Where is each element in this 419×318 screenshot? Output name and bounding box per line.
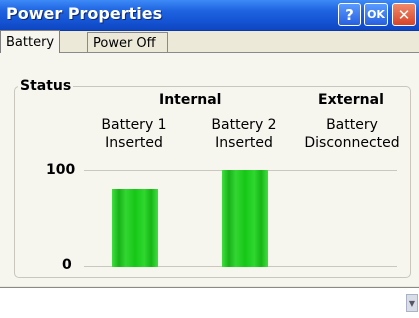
window-title: Power Properties [6,4,163,23]
battery1-info: Battery 1 Inserted [74,116,194,152]
battery2-status: Inserted [215,135,273,151]
help-button[interactable]: ? [338,3,361,26]
title-bar: Power Properties ? OK ✕ [0,0,419,31]
external-battery-status: Disconnected [304,135,400,151]
status-combo[interactable] [0,287,419,318]
y-tick-label-min: 0 [62,257,72,273]
status-group-label: Status [18,78,74,94]
external-header: External [318,92,384,108]
battery2-name: Battery 2 [211,117,277,133]
external-battery-info: Battery Disconnected [292,116,412,152]
ok-button[interactable]: OK [364,3,388,26]
internal-header: Internal [159,92,222,108]
close-button[interactable]: ✕ [392,3,416,26]
battery2-info: Battery 2 Inserted [184,116,304,152]
tab-battery[interactable]: Battery [0,30,61,53]
power-properties-window: Power Properties ? OK ✕ Battery Power Of… [0,0,419,318]
battery1-status: Inserted [105,135,163,151]
tab-power-off[interactable]: Power Off [87,32,168,53]
battery-level-chart [84,170,397,267]
battery-level-bar-2 [222,170,268,267]
external-battery-name: Battery [326,117,378,133]
tab-bar: Battery Power Off [0,30,419,53]
y-tick-label-max: 100 [46,162,76,178]
battery-level-bar-1 [112,189,158,267]
battery1-name: Battery 1 [101,117,167,133]
dropdown-button[interactable]: ▼ [406,294,418,312]
